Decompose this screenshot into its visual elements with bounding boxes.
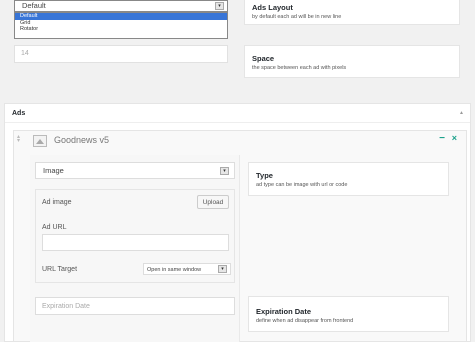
expiration-date-placeholder: Expiration Date — [42, 303, 90, 310]
space-description-box: Space the space between each ad with pix… — [244, 45, 460, 78]
ad-url-label: Ad URL — [42, 224, 67, 231]
ads-layout-title: Ads Layout — [252, 3, 293, 12]
expiration-description: define when ad disappear from frontend — [256, 318, 354, 324]
close-icon[interactable]: × — [452, 133, 457, 143]
ads-layout-select-value: Default — [22, 1, 46, 10]
ads-postbox-title: Ads — [12, 110, 26, 117]
url-target-select-value: Open in same window — [147, 267, 202, 273]
ads-postbox-header[interactable]: Ads ▲ — [5, 104, 470, 123]
url-target-label: URL Target — [42, 266, 78, 273]
space-title: Space — [252, 54, 275, 63]
ads-layout-description: by default each ad will be in new line — [252, 14, 342, 20]
drag-handle-icon[interactable]: ▴ ▾ — [17, 134, 20, 144]
select-arrow-icon[interactable]: ▾ — [215, 2, 224, 10]
minimize-icon[interactable]: − — [439, 133, 445, 144]
space-input[interactable]: 14 — [14, 45, 228, 63]
image-placeholder-icon — [33, 135, 47, 147]
expiration-title: Expiration Date — [256, 307, 312, 316]
upload-button[interactable]: Upload — [197, 195, 229, 209]
ad-image-label: Ad image — [42, 199, 72, 206]
expiration-date-input[interactable]: Expiration Date — [35, 297, 235, 315]
ad-type-select[interactable]: Image ▾ — [35, 162, 235, 179]
dropdown-option-rotator[interactable]: Rotator — [15, 26, 227, 33]
ad-url-input[interactable] — [42, 234, 229, 251]
select-arrow-icon[interactable]: ▾ — [220, 167, 229, 175]
url-target-select[interactable]: Open in same window ▾ — [143, 263, 231, 275]
type-description: ad type can be image with url or code — [256, 182, 348, 188]
ads-layout-dropdown[interactable]: Default Grid Rotator — [14, 12, 228, 39]
image-fields-box: Ad image Upload Ad URL URL Target Open i… — [35, 189, 235, 283]
ad-item-title: Goodnews v5 — [54, 135, 110, 145]
space-input-value: 14 — [21, 50, 29, 57]
collapse-toggle-icon[interactable]: ▲ — [459, 110, 464, 116]
ads-layout-select[interactable]: Default ▾ — [14, 0, 228, 12]
space-description: the space between each ad with pixels — [252, 65, 347, 71]
expiration-description-box: Expiration Date define when ad disappear… — [248, 296, 449, 332]
type-description-box: Type ad type can be image with url or co… — [248, 162, 449, 196]
select-arrow-icon[interactable]: ▾ — [218, 265, 227, 273]
type-title: Type — [256, 171, 273, 180]
ads-layout-description-box: Ads Layout by default each ad will be in… — [244, 0, 460, 25]
ad-type-select-value: Image — [43, 166, 64, 175]
